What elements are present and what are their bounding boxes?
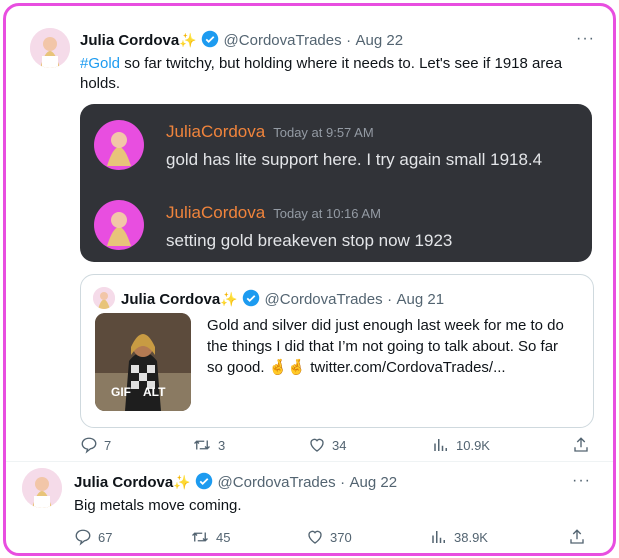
quoted-avatar <box>93 287 115 309</box>
hashtag-link[interactable]: #Gold <box>80 55 120 72</box>
separator-dot: · <box>346 32 352 49</box>
more-options-button[interactable]: ··· <box>576 30 595 48</box>
reply-count: 67 <box>98 529 113 545</box>
alt-badge[interactable]: ALT <box>143 385 165 399</box>
discord-message-header: JuliaCordova Today at 9:57 AM <box>166 122 374 142</box>
view-count: 38.9K <box>454 529 488 545</box>
tweet-body: #Gold so far twitchy, but holding where … <box>80 54 590 94</box>
more-options-button[interactable]: ··· <box>572 472 591 490</box>
separator-dot: · <box>340 474 346 491</box>
retweet-button[interactable]: 45 <box>190 528 230 546</box>
discord-username: JuliaCordova <box>166 203 266 222</box>
quoted-body-line2: the things I did that I’m not going to t… <box>207 338 559 355</box>
tweet-body-line1: so far twitchy, but holding where it nee… <box>120 55 563 72</box>
views-chart-icon <box>434 439 447 451</box>
quoted-body-line3: so good. 🤞🤞 twitter.com/CordovaTrades/..… <box>207 359 506 376</box>
separator-dot: · <box>387 291 393 308</box>
tweet-header: Julia Cordova✨ @CordovaTrades · Aug 22 <box>74 472 397 492</box>
tweet-date[interactable]: Aug 22 <box>356 32 404 49</box>
quoted-body-line1: Gold and silver did just enough last wee… <box>207 317 564 334</box>
retweet-button[interactable]: 3 <box>192 436 225 454</box>
verified-icon <box>195 472 213 490</box>
reply-button[interactable]: 7 <box>80 436 111 454</box>
reply-button[interactable]: 67 <box>74 528 112 546</box>
view-count: 10.9K <box>456 437 490 453</box>
share-icon <box>574 437 588 452</box>
discord-username: JuliaCordova <box>166 122 266 141</box>
quoted-author-handle: @CordovaTrades <box>264 291 383 308</box>
sparkle-icon: ✨ <box>179 32 197 48</box>
discord-avatar <box>94 200 144 250</box>
retweet-count: 45 <box>216 529 231 545</box>
heart-icon <box>308 530 322 544</box>
quoted-tweet[interactable]: Julia Cordova✨ @CordovaTrades · Aug 21 G… <box>80 274 594 428</box>
retweet-icon <box>194 440 210 450</box>
share-icon <box>570 529 584 544</box>
reply-icon <box>75 529 91 546</box>
author-name[interactable]: Julia Cordova <box>74 474 173 491</box>
avatar[interactable] <box>30 28 70 68</box>
share-button[interactable] <box>568 528 586 546</box>
tweet-header: Julia Cordova✨ @CordovaTrades · Aug 22 <box>80 30 403 50</box>
discord-message-text: setting gold breakeven stop now 1923 <box>166 231 453 250</box>
discord-message-header: JuliaCordova Today at 10:16 AM <box>166 203 381 223</box>
views-button[interactable]: 10.9K <box>432 436 490 454</box>
retweet-count: 3 <box>218 437 226 453</box>
quoted-tweet-header: Julia Cordova✨ @CordovaTrades · Aug 21 <box>121 289 444 309</box>
avatar[interactable] <box>22 468 62 508</box>
sparkle-icon: ✨ <box>220 291 238 307</box>
discord-timestamp: Today at 10:16 AM <box>273 206 381 221</box>
views-chart-icon <box>432 531 445 543</box>
verified-icon <box>201 30 219 48</box>
avatar-photo-icon <box>30 28 70 68</box>
discord-timestamp: Today at 9:57 AM <box>273 125 374 140</box>
like-button[interactable]: 34 <box>308 436 346 454</box>
discord-message-text: gold has lite support here. I try again … <box>166 150 543 169</box>
avatar-photo-icon <box>95 201 143 249</box>
tweet-date[interactable]: Aug 22 <box>350 474 398 491</box>
sparkle-icon: ✨ <box>173 474 191 490</box>
quoted-gif[interactable]: GIF ALT <box>95 313 191 411</box>
discord-avatar <box>94 120 144 170</box>
author-handle[interactable]: @CordovaTrades <box>224 32 342 49</box>
tweet-body-line2: holds. <box>80 75 121 92</box>
retweet-icon <box>192 532 208 542</box>
like-button[interactable]: 370 <box>306 528 352 546</box>
screenshot-frame: Julia Cordova✨ @CordovaTrades · Aug 22 ·… <box>3 3 616 556</box>
avatar-photo-icon <box>93 287 115 309</box>
share-button[interactable] <box>572 436 590 454</box>
views-button[interactable]: 38.9K <box>430 528 488 546</box>
reply-count: 7 <box>104 437 112 453</box>
gif-badge: GIF <box>111 385 131 399</box>
tweet-divider <box>6 461 613 462</box>
reply-icon <box>81 437 97 454</box>
avatar-photo-icon <box>95 121 143 169</box>
avatar-photo-icon <box>22 468 62 508</box>
author-handle[interactable]: @CordovaTrades <box>218 474 336 491</box>
heart-icon <box>310 438 324 452</box>
author-name[interactable]: Julia Cordova <box>80 32 179 49</box>
quoted-author-name: Julia Cordova <box>121 291 221 308</box>
like-count: 370 <box>330 529 352 545</box>
quoted-tweet-body: Gold and silver did just enough last wee… <box>207 315 587 378</box>
attached-image[interactable]: JuliaCordova Today at 9:57 AM gold has li… <box>80 104 592 262</box>
quoted-tweet-date: Aug 21 <box>396 291 445 308</box>
verified-icon <box>242 289 260 307</box>
tweet-body: Big metals move coming. <box>74 497 242 514</box>
like-count: 34 <box>332 437 347 453</box>
